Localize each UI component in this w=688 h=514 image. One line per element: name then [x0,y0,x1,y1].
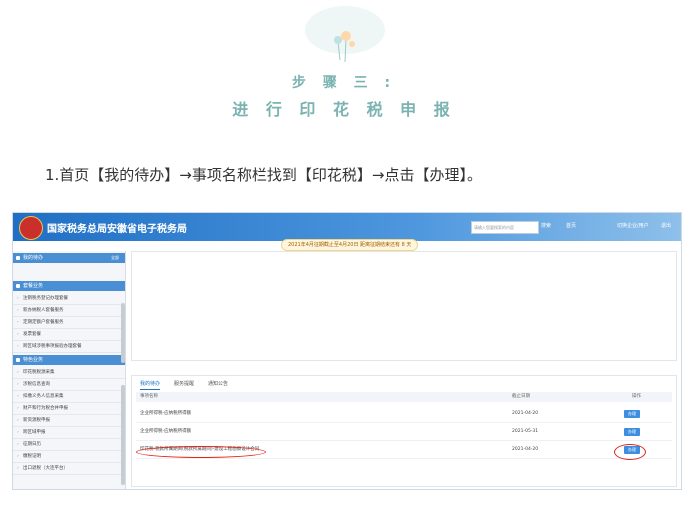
sidebar-item[interactable]: 扣缴义务人信息采集 [13,391,125,403]
todo-panel: 我的待办 服务提醒 通知公告 事项名称 截止日期 操作 企业所得税-应纳税所得额… [131,375,677,487]
sidebar-item[interactable]: 注销税务登记办理套餐 [13,293,125,305]
task-deadline: 2021-05-31 [512,429,539,434]
sidebar-item[interactable]: 印花税税源采集 [13,367,125,379]
site-title: 国家税务总局安徽省电子税务局 [47,224,187,235]
portal-header: 国家税务总局安徽省电子税务局 请输入您要搜索的内容 搜索 首页 切换企业/用户 … [13,213,681,241]
logout-button[interactable]: 退出 [661,221,671,232]
sidebar-scrollbar[interactable] [121,303,125,363]
sidebar-item[interactable]: 发票套餐 [13,329,125,341]
decorative-banner: 步 骤 三 : 进 行 印 花 税 申 报 [0,0,688,140]
search-button[interactable]: 搜索 [541,221,551,232]
deadline-notice[interactable]: 2021年4月征期截止至4月20日 距离征期结束还有 8 天 [281,239,419,251]
sidebar-item[interactable]: 新办纳税人套餐服务 [13,305,125,317]
column-header-deadline: 截止日期 [512,394,530,399]
tab-notice[interactable]: 通知公告 [208,380,228,387]
flower-illustration-icon [305,6,385,63]
sidebar-item[interactable]: 财产和行为税合并申报 [13,403,125,415]
table-header: 事项名称 截止日期 操作 [136,392,672,402]
handle-button[interactable]: 办理 [624,428,640,436]
table-row: 企业所得税-应纳税所得额 2021-05-31 办理 [136,424,672,441]
sidebar-item[interactable]: 跨区域涉税事项报验办理套餐 [13,341,125,353]
home-button[interactable]: 首页 [566,221,576,232]
step-subtitle: 进 行 印 花 税 申 报 [232,100,456,119]
task-deadline: 2021-04-20 [512,447,539,452]
column-header-name: 事项名称 [140,394,158,399]
sidebar-section-package[interactable]: 套餐业务 [13,281,125,291]
sidebar-item[interactable]: 涉税信息查询 [13,379,125,391]
sidebar-section-special[interactable]: 特色业务 [13,355,125,365]
tax-emblem-icon [19,216,43,240]
package-icon [16,284,20,288]
tab-reminder[interactable]: 服务提醒 [174,380,194,387]
handle-button[interactable]: 办理 [624,410,640,418]
star-icon [16,256,20,260]
tab-todo[interactable]: 我的待办 [140,380,161,390]
sidebar-item[interactable]: 征期日历 [13,439,125,451]
switch-user-button[interactable]: 切换企业/用户 [617,221,649,232]
highlight-oval [614,444,646,460]
sidebar-item[interactable]: 跨区域申报 [13,427,125,439]
sidebar-section-todo[interactable]: 我的待办 全部 [13,253,125,263]
sidebar-item[interactable]: 出口退税（大连平台） [13,463,125,475]
column-header-action: 操作 [632,394,641,399]
search-input[interactable]: 请输入您要搜索的内容 [471,221,539,234]
sidebar-item[interactable]: 新资源税申报 [13,415,125,427]
sidebar-scrollbar[interactable] [121,385,125,485]
main-content-area [131,251,677,361]
portal-screenshot: 国家税务总局安徽省电子税务局 请输入您要搜索的内容 搜索 首页 切换企业/用户 … [12,212,682,490]
sidebar-section-label: 套餐业务 [23,283,44,289]
sidebar-item[interactable]: 缴税证明 [13,451,125,463]
highlight-oval [136,446,266,458]
sidebar-section-extra: 全部 [111,255,119,260]
sidebar-item[interactable]: 定期定额户套餐服务 [13,317,125,329]
task-name: 企业所得税-应纳税所得额 [140,411,192,416]
task-name: 企业所得税-应纳税所得额 [140,429,192,434]
step-title: 步 骤 三 : [291,75,397,91]
sidebar-section-label: 我的待办 [23,255,44,261]
sidebar: 我的待办 全部 套餐业务 注销税务登记办理套餐 新办纳税人套餐服务 定期定额户套… [13,251,126,489]
task-deadline: 2021-04-20 [512,411,539,416]
list-icon [16,358,20,362]
instruction-text: 1.首页【我的待办】→事项名称栏找到【印花税】→点击【办理】。 [45,166,482,184]
table-row: 企业所得税-应纳税所得额 2021-04-20 办理 [136,406,672,423]
sidebar-section-label: 特色业务 [23,357,44,363]
